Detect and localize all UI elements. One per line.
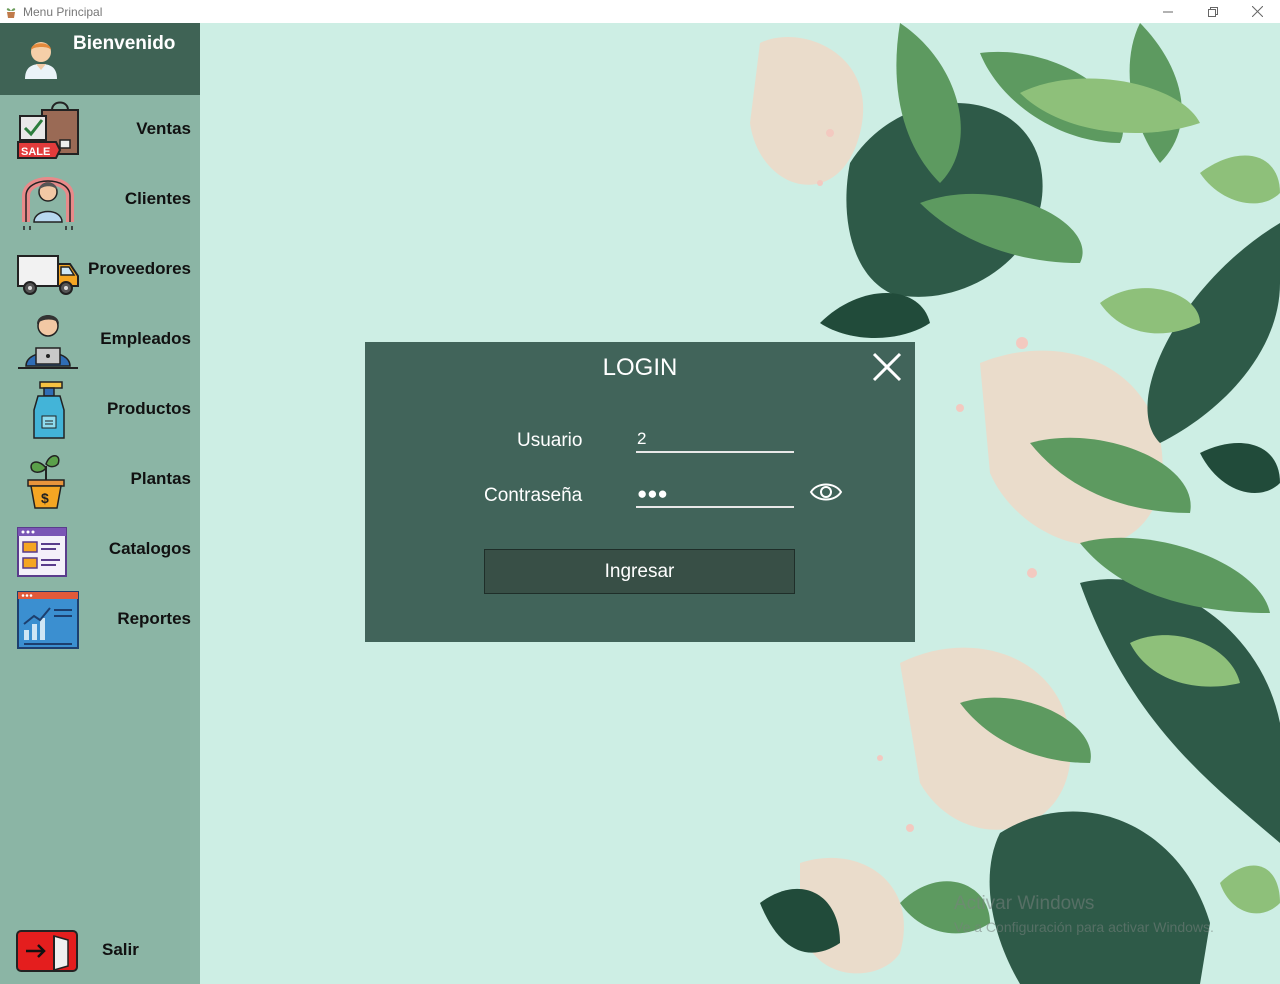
sale-bag-icon: SALE <box>17 101 79 159</box>
watermark-subtitle: Ve a Configuración para activar Windows. <box>954 919 1214 935</box>
login-title: LOGIN <box>602 354 678 381</box>
window-title: Menu Principal <box>23 4 103 19</box>
sidebar-item-empleados[interactable]: Empleados <box>0 305 200 375</box>
report-chart-icon <box>17 591 79 649</box>
password-input[interactable] <box>636 482 794 508</box>
sidebar-item-label: Ventas <box>136 119 191 138</box>
exit-door-icon <box>16 930 78 972</box>
minimize-button[interactable] <box>1145 0 1190 23</box>
close-icon <box>1252 6 1263 17</box>
sidebar-item-ventas[interactable]: SALE Ventas <box>0 95 200 165</box>
sidebar-item-clientes[interactable]: Clientes <box>0 165 200 235</box>
user-avatar-icon <box>25 42 57 79</box>
restore-icon <box>1207 6 1218 17</box>
catalog-icon <box>17 527 67 577</box>
sidebar-item-label: Clientes <box>124 189 191 208</box>
sidebar-header: Bienvenido <box>0 23 200 95</box>
sidebar-item-label: Plantas <box>130 469 191 488</box>
sidebar-item-salir[interactable]: Salir <box>0 916 200 976</box>
employee-icon <box>18 315 78 369</box>
show-password-icon[interactable] <box>809 480 843 504</box>
sidebar-item-productos[interactable]: Productos <box>0 375 200 445</box>
delivery-truck-icon <box>17 255 79 295</box>
sidebar-item-plantas[interactable]: $ Plantas <box>0 445 200 515</box>
sidebar-item-label: Salir <box>102 940 139 959</box>
spray-bottle-icon <box>33 381 65 439</box>
sidebar-item-catalogos[interactable]: Catalogos <box>0 515 200 585</box>
sidebar-item-label: Empleados <box>100 329 191 348</box>
svg-text:$: $ <box>41 490 49 506</box>
close-window-button[interactable] <box>1235 0 1280 23</box>
svg-text:SALE: SALE <box>21 146 50 158</box>
windows-activation-watermark: Activar Windows Ve a Configuración para … <box>954 893 1214 935</box>
plant-pot-app-icon <box>6 7 16 18</box>
username-label: Usuario <box>517 430 583 451</box>
sidebar: Bienvenido SALE Ventas Clientes Proveedo… <box>0 23 200 984</box>
login-dialog: LOGIN Usuario Contraseña Ingresar <box>365 342 915 642</box>
username-input[interactable] <box>636 427 794 453</box>
sidebar-item-label: Catalogos <box>108 539 191 558</box>
sidebar-item-label: Productos <box>106 399 191 418</box>
login-submit-button[interactable]: Ingresar <box>484 549 795 594</box>
password-label: Contraseña <box>484 485 583 506</box>
watermark-title: Activar Windows <box>954 893 1095 914</box>
customer-icon <box>22 177 74 230</box>
close-icon[interactable] <box>870 350 904 384</box>
sidebar-item-label: Reportes <box>117 609 191 628</box>
sidebar-item-label: Proveedores <box>88 259 191 278</box>
window-titlebar: Menu Principal <box>0 0 1280 23</box>
plant-pot-icon: $ <box>27 455 65 509</box>
welcome-title: Bienvenido <box>73 33 176 54</box>
sidebar-item-reportes[interactable]: Reportes <box>0 585 200 655</box>
minimize-icon <box>1162 11 1173 12</box>
restore-button[interactable] <box>1190 0 1235 23</box>
sidebar-item-proveedores[interactable]: Proveedores <box>0 235 200 305</box>
